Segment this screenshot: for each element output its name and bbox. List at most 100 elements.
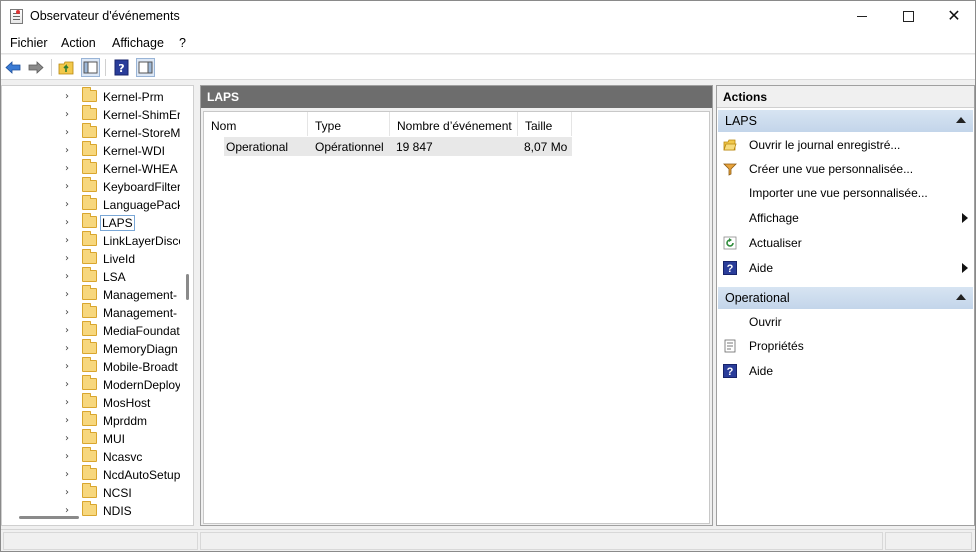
column-header-type[interactable]: Type [308, 112, 390, 136]
actions-pane: Actions LAPS Ouvrir le journal enregistr… [716, 85, 975, 526]
folder-icon [82, 429, 97, 444]
folder-icon [82, 177, 97, 192]
filter-icon [723, 162, 737, 176]
column-header-size[interactable]: Taille [518, 112, 572, 136]
menu-help[interactable]: ? [179, 36, 186, 50]
folder-icon [82, 141, 97, 156]
tree-item[interactable]: › LinkLayerDisco [2, 231, 180, 250]
tree-item[interactable]: › MUI [2, 429, 180, 448]
action-help-submenu[interactable]: ? Aide [717, 256, 974, 280]
tree-item-label: LSA [103, 270, 126, 284]
tree-item[interactable]: › MosHost [2, 393, 180, 412]
status-cell [885, 532, 972, 550]
expand-chevron-icon[interactable]: › [65, 433, 75, 445]
expand-chevron-icon[interactable]: › [65, 307, 75, 319]
action-properties[interactable]: Propriétés [717, 334, 974, 358]
tree-item-label: Kernel-ShimEr [103, 108, 180, 122]
expand-chevron-icon[interactable]: › [65, 109, 75, 121]
expand-chevron-icon[interactable]: › [65, 145, 75, 157]
table-row[interactable]: Operational Opérationnel 19 847 8,07 Mo [224, 137, 572, 156]
collapse-arrow-icon[interactable] [956, 117, 966, 123]
folder-icon [82, 213, 97, 228]
maximize-button[interactable] [885, 1, 931, 31]
tree-item[interactable]: › ModernDeploy [2, 375, 180, 394]
tree-item-label: LanguagePack [103, 198, 180, 212]
action-open-saved-log[interactable]: Ouvrir le journal enregistré... [717, 133, 974, 157]
menu-action[interactable]: Action [61, 36, 96, 50]
expand-chevron-icon[interactable]: › [65, 163, 75, 175]
tree-item[interactable]: › Ncasvc [2, 447, 180, 466]
tree-vertical-scrollbar[interactable] [186, 274, 189, 300]
expand-chevron-icon[interactable]: › [65, 199, 75, 211]
expand-chevron-icon[interactable]: › [65, 469, 75, 481]
help-icon[interactable]: ? [112, 58, 131, 77]
expand-chevron-icon[interactable]: › [65, 253, 75, 265]
expand-chevron-icon[interactable]: › [65, 271, 75, 283]
folder-icon [82, 321, 97, 336]
expand-chevron-icon[interactable]: › [65, 217, 75, 229]
expand-chevron-icon[interactable]: › [65, 415, 75, 427]
expand-chevron-icon[interactable]: › [65, 181, 75, 193]
tree-item[interactable]: › Management- [2, 285, 180, 304]
minimize-button[interactable] [839, 1, 885, 31]
expand-chevron-icon[interactable]: › [65, 397, 75, 409]
tree-item[interactable]: › LAPS [2, 213, 180, 232]
close-button[interactable]: ✕ [931, 1, 975, 31]
section-header-laps[interactable]: LAPS [718, 110, 973, 132]
expand-chevron-icon[interactable]: › [65, 451, 75, 463]
tree-item[interactable]: › LiveId [2, 249, 180, 268]
tree-item[interactable]: › Mobile-Broadt [2, 357, 180, 376]
expand-chevron-icon[interactable]: › [65, 235, 75, 247]
expand-chevron-icon[interactable]: › [65, 91, 75, 103]
forward-arrow-icon[interactable] [26, 58, 45, 77]
menu-file[interactable]: Fichier [10, 36, 48, 50]
tree-item[interactable]: › Kernel-WDI [2, 141, 180, 160]
expand-chevron-icon[interactable]: › [65, 487, 75, 499]
tree-item[interactable]: › MemoryDiagn [2, 339, 180, 358]
expand-chevron-icon[interactable]: › [65, 325, 75, 337]
tree-item-label: NDIS [103, 504, 132, 518]
tree-item[interactable]: › LanguagePack [2, 195, 180, 214]
up-folder-icon[interactable] [57, 58, 76, 77]
event-viewer-app-icon [10, 9, 23, 24]
tree-item[interactable]: › NcdAutoSetup [2, 465, 180, 484]
collapse-arrow-icon[interactable] [956, 294, 966, 300]
tree-item[interactable]: › Kernel-WHEA [2, 159, 180, 178]
tree-item-label: KeyboardFilter [103, 180, 180, 194]
back-arrow-icon[interactable] [4, 58, 23, 77]
tree-horizontal-scrollbar[interactable] [19, 516, 79, 519]
expand-chevron-icon[interactable]: › [65, 127, 75, 139]
column-header-event-count[interactable]: Nombre d’événement [390, 112, 518, 136]
folder-icon [82, 393, 97, 408]
tree-item[interactable]: › Mprddm [2, 411, 180, 430]
action-create-custom-view[interactable]: Créer une vue personnalisée... [717, 157, 974, 181]
expand-chevron-icon[interactable]: › [65, 379, 75, 391]
console-tree[interactable]: › Kernel-Prm › Kernel-ShimEr › Kernel-StoreM ›… [1, 85, 194, 526]
tree-item[interactable]: › LSA [2, 267, 180, 286]
expand-chevron-icon[interactable]: › [65, 361, 75, 373]
tree-item[interactable]: › MediaFoundat [2, 321, 180, 340]
tree-item[interactable]: › Kernel-StoreM [2, 123, 180, 142]
show-hide-tree-icon[interactable] [81, 58, 100, 77]
tree-item-label: LiveId [103, 252, 136, 266]
action-help[interactable]: ? Aide [717, 359, 974, 383]
tree-item-label: MosHost [103, 396, 151, 410]
tree-item[interactable]: › Management- [2, 303, 180, 322]
action-view-submenu[interactable]: Affichage [717, 206, 974, 230]
folder-icon [82, 465, 97, 480]
tree-item[interactable]: › KeyboardFilter [2, 177, 180, 196]
toolbar-separator [105, 59, 106, 76]
tree-item[interactable]: › NCSI [2, 483, 180, 502]
action-open[interactable]: Ouvrir [717, 310, 974, 334]
submenu-arrow-icon [962, 213, 968, 223]
action-import-custom-view[interactable]: Importer une vue personnalisée... [717, 181, 974, 205]
column-header-name[interactable]: Nom [204, 112, 308, 136]
menu-view[interactable]: Affichage [112, 36, 164, 50]
expand-chevron-icon[interactable]: › [65, 343, 75, 355]
show-hide-action-pane-icon[interactable] [136, 58, 155, 77]
tree-item[interactable]: › Kernel-ShimEr [2, 105, 180, 124]
section-header-operational[interactable]: Operational [718, 287, 973, 309]
action-refresh[interactable]: Actualiser [717, 231, 974, 255]
tree-item[interactable]: › Kernel-Prm [2, 87, 180, 106]
expand-chevron-icon[interactable]: › [65, 289, 75, 301]
